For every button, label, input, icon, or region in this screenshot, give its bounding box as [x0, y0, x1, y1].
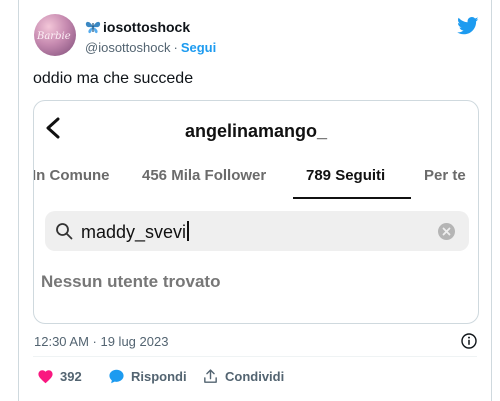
embedded-screenshot[interactable]: angelinamango_ In Comune 456 Mila Follow… — [33, 100, 479, 324]
avatar[interactable]: Barbie — [34, 14, 76, 56]
separator-dot: · — [173, 40, 178, 55]
twitter-bird-icon[interactable] — [457, 17, 479, 35]
search-icon — [56, 223, 73, 240]
clear-icon — [438, 223, 455, 240]
search-box: maddy_svevi — [45, 211, 469, 251]
empty-result-message: Nessun utente trovato — [41, 272, 221, 291]
tab-seguiti: 789 Seguiti — [306, 167, 386, 184]
profile-title: angelinamango_ — [184, 121, 328, 141]
like-button[interactable]: 392 — [37, 368, 82, 385]
divider — [33, 356, 477, 357]
author-handle[interactable]: @iosottoshock — [85, 40, 170, 55]
handle-row: @iosottoshock · Segui — [85, 40, 216, 55]
info-icon[interactable] — [461, 333, 477, 349]
tweet-card: Barbie iosottoshock @iosottoshock · Segui … — [18, 0, 492, 401]
display-name-text: iosottoshock — [103, 19, 191, 35]
profile-tabs: In Comune 456 Mila Follower 789 Seguiti … — [34, 167, 478, 201]
tab-per-te: Per te — [424, 167, 466, 184]
tweet-text: oddio ma che succede — [33, 70, 194, 87]
search-input-value: maddy_svevi — [81, 221, 189, 243]
share-icon — [204, 369, 217, 383]
heart-icon — [38, 370, 53, 384]
text-caret — [187, 221, 189, 241]
tweet-timestamp[interactable]: 12:30 AM · 19 lug 2023 — [34, 334, 168, 349]
active-tab-underline — [293, 197, 411, 199]
search-text: maddy_svevi — [81, 222, 187, 242]
share-label: Condividi — [225, 369, 285, 384]
share-button[interactable]: Condividi — [202, 368, 284, 385]
follow-button[interactable]: Segui — [181, 40, 216, 55]
reply-bubble-icon — [109, 369, 124, 384]
tab-in-comune: In Comune — [33, 167, 110, 184]
reply-label: Rispondi — [131, 369, 187, 384]
like-count: 392 — [60, 369, 82, 384]
reply-button[interactable]: Rispondi — [108, 368, 187, 385]
author-display-name[interactable]: iosottoshock — [85, 19, 190, 35]
tab-follower: 456 Mila Follower — [142, 167, 267, 184]
butterfly-icon — [85, 21, 101, 34]
avatar-text: Barbie — [37, 31, 71, 42]
